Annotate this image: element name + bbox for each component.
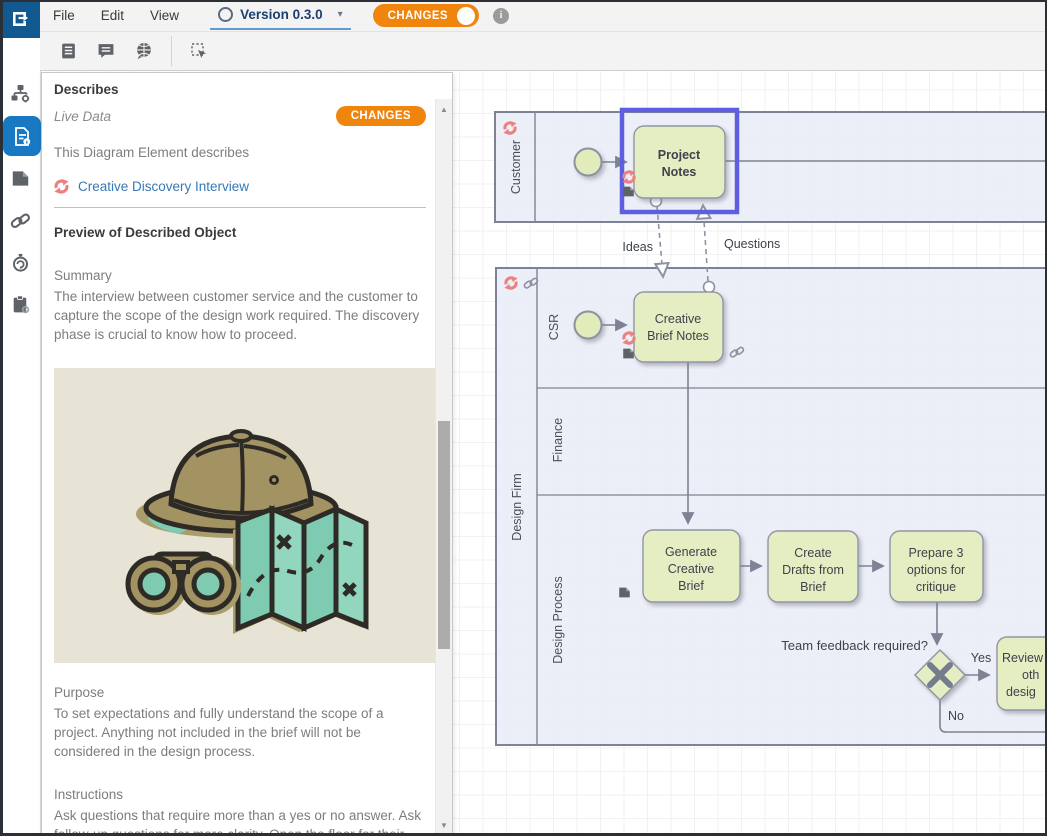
menu-file[interactable]: File	[40, 8, 88, 23]
preview-illustration	[54, 368, 436, 663]
summary-label: Summary	[54, 266, 426, 285]
toolbar	[40, 32, 1047, 71]
instructions-text: Ask questions that require more than a y…	[54, 806, 426, 835]
task-prepare-3-options[interactable]: Prepare 3 options for critique	[890, 531, 983, 602]
task-label: Prepare 3	[909, 546, 964, 560]
menu-view[interactable]: View	[137, 8, 192, 23]
instructions-label: Instructions	[54, 785, 426, 804]
clipboard-gear-icon	[10, 294, 31, 315]
comment-icon	[97, 42, 115, 60]
describes-panel-content: Describes Live Data CHANGES This Diagram…	[42, 73, 436, 835]
sidebar-item-page[interactable]	[0, 158, 40, 198]
pool-label-design-firm: Design Firm	[510, 473, 524, 540]
sidebar-item-history[interactable]	[0, 242, 40, 282]
comment-button[interactable]	[87, 32, 125, 70]
toolbar-separator	[171, 36, 172, 66]
scrollbar-thumb[interactable]	[438, 421, 450, 649]
describes-intro: This Diagram Element describes	[54, 143, 426, 162]
task-label: Review	[1002, 651, 1044, 665]
task-review-clipped[interactable]: Review oth desig	[997, 637, 1047, 710]
changes-toggle-label: CHANGES	[388, 10, 448, 22]
live-data-label: Live Data	[54, 109, 111, 124]
task-label: Brief	[800, 580, 826, 594]
info-icon[interactable]: i	[493, 8, 509, 24]
describes-panel: Describes Live Data CHANGES This Diagram…	[41, 72, 453, 836]
marquee-select-icon	[190, 42, 209, 61]
globe-comment-icon	[135, 42, 153, 60]
export-box-icon	[9, 8, 31, 30]
scroll-up-icon[interactable]: ▲	[436, 101, 452, 117]
task-label: options for	[907, 563, 965, 577]
task-label: Creative	[668, 562, 715, 576]
sidebar-item-describes[interactable]	[3, 116, 41, 156]
pool-label-customer: Customer	[509, 140, 523, 194]
task-label: Generate	[665, 545, 717, 559]
task-label: oth	[1022, 668, 1039, 682]
left-sidebar	[0, 0, 41, 836]
task-label: Creative	[655, 312, 702, 326]
task-create-drafts-from-brief[interactable]: Create Drafts from Brief	[768, 531, 858, 602]
summary-text: The interview between customer service a…	[54, 287, 426, 344]
message-source-dot	[704, 282, 715, 293]
explorer-hat-binoculars-map-illustration	[96, 396, 396, 636]
flow-label-yes: Yes	[971, 651, 991, 665]
changes-badge: CHANGES	[336, 106, 426, 126]
task-label: Project	[658, 148, 701, 162]
task-label: Drafts from	[782, 563, 844, 577]
sidebar-item-tasks[interactable]	[0, 284, 40, 324]
describes-refresh-icon	[54, 179, 69, 194]
start-event-csr[interactable]	[575, 312, 602, 339]
version-selector[interactable]: Version 0.3.0 ▾	[210, 2, 351, 30]
start-event-customer[interactable]	[575, 149, 602, 176]
panel-title: Describes	[54, 82, 426, 97]
document-lines-icon	[60, 42, 77, 60]
toggle-knob	[457, 7, 475, 25]
flow-label-questions: Questions	[724, 237, 780, 251]
chevron-down-icon: ▾	[338, 9, 343, 20]
lane-label-finance: Finance	[551, 418, 565, 463]
document-info-icon	[12, 126, 33, 147]
timer-sync-icon	[10, 252, 31, 273]
document-lines-button[interactable]	[49, 32, 87, 70]
panel-scrollbar[interactable]: ▲ ▼	[435, 99, 452, 835]
hierarchy-gear-icon	[10, 83, 31, 104]
task-label: Brief Notes	[647, 329, 709, 343]
divider	[54, 207, 426, 208]
version-circle-icon	[218, 7, 233, 22]
described-object-link[interactable]: Creative Discovery Interview	[78, 179, 249, 194]
lane-label-csr: CSR	[547, 314, 561, 340]
scroll-down-icon[interactable]: ▼	[436, 817, 452, 833]
purpose-label: Purpose	[54, 683, 426, 702]
task-label: Create	[794, 546, 832, 560]
lane-label-design-process: Design Process	[551, 576, 565, 664]
task-label: Notes	[662, 165, 697, 179]
flow-label-no: No	[948, 709, 964, 723]
purpose-text: To set expectations and fully understand…	[54, 704, 426, 761]
flow-label-ideas: Ideas	[622, 240, 653, 254]
version-label: Version 0.3.0	[240, 7, 323, 22]
globe-comment-button[interactable]	[125, 32, 163, 70]
marquee-select-button[interactable]	[180, 32, 218, 70]
sidebar-item-links[interactable]	[0, 200, 40, 240]
task-label: Brief	[678, 579, 704, 593]
app-logo[interactable]	[0, 0, 40, 38]
gateway-question-label: Team feedback required?	[781, 638, 928, 653]
task-label: critique	[916, 580, 956, 594]
app-window: File Edit View Version 0.3.0 ▾ CHANGES i	[0, 0, 1047, 836]
task-label: desig	[1006, 685, 1036, 699]
sidebar-item-hierarchy[interactable]	[0, 73, 40, 113]
menu-bar: File Edit View Version 0.3.0 ▾ CHANGES i	[40, 0, 1047, 32]
changes-toggle[interactable]: CHANGES	[373, 4, 479, 27]
page-icon	[11, 169, 30, 188]
link-icon	[10, 210, 31, 231]
preview-heading: Preview of Described Object	[54, 225, 426, 240]
menu-edit[interactable]: Edit	[88, 8, 137, 23]
